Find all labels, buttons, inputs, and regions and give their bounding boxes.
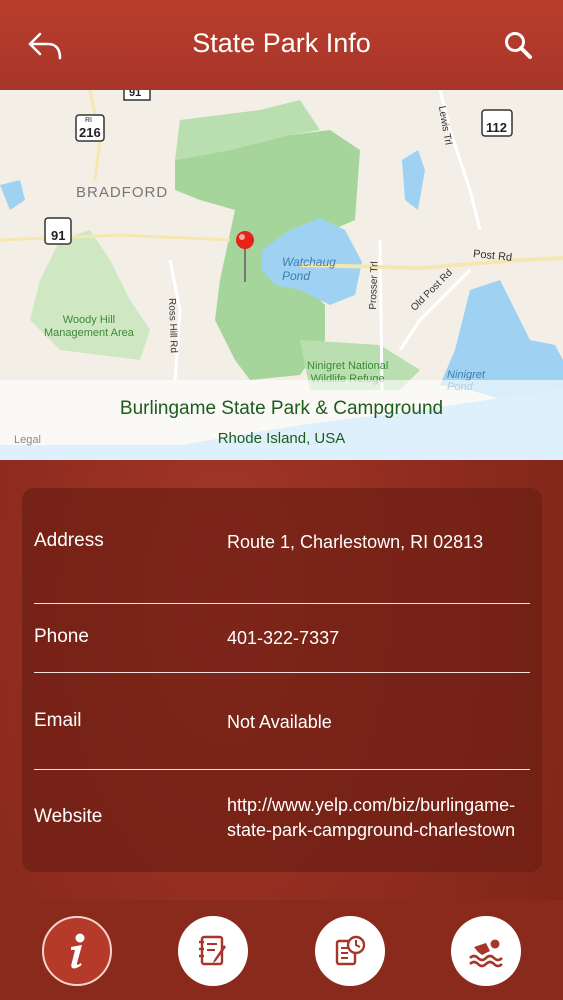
tab-schedule[interactable] xyxy=(315,916,385,986)
map-legal-link[interactable]: Legal xyxy=(14,434,41,446)
email-label: Email xyxy=(34,710,82,731)
tab-info[interactable] xyxy=(42,916,112,986)
tab-notes[interactable] xyxy=(178,916,248,986)
phone-value[interactable]: 401-322-7337 xyxy=(227,626,530,651)
info-icon xyxy=(71,933,85,969)
park-map[interactable]: 91 RI 216 91 112 BRADFORD Watchaug Pond … xyxy=(0,90,563,460)
notes-icon xyxy=(199,935,226,966)
map-label-prosser-trl: Prosser Trl xyxy=(367,261,381,310)
app-screen: State Park Info 91 RI 216 91 112 BRADFOR… xyxy=(0,0,563,1000)
divider xyxy=(34,769,530,770)
bottom-tab-bar xyxy=(0,900,563,1000)
map-label-shield-ri: RI xyxy=(85,117,92,124)
swimming-icon xyxy=(469,939,503,968)
email-value: Not Available xyxy=(227,712,332,732)
website-link-line2: state-park-campground-charlestown xyxy=(227,820,516,840)
phone-label: Phone xyxy=(34,626,89,647)
map-label-woody-hill: Woody Hill Management Area xyxy=(44,314,134,339)
map-caption-panel xyxy=(0,380,563,460)
search-button[interactable] xyxy=(501,28,537,64)
map-label-ross-hill-rd: Ross Hill Rd xyxy=(166,297,179,354)
address-value: Route 1, Charlestown, RI 02813 xyxy=(227,532,484,552)
divider xyxy=(34,672,530,673)
page-title: State Park Info xyxy=(192,28,371,58)
website-link-line1: http://www.yelp.com/biz/burlingame- xyxy=(227,795,516,815)
map-label-shield-216: 216 xyxy=(79,125,101,140)
header-bar: State Park Info xyxy=(0,0,563,90)
park-region: Rhode Island, USA xyxy=(217,430,346,447)
park-info-card: Address Route 1, Charlestown, RI 02813 P… xyxy=(22,488,542,872)
map-label-watchaug-pond: Watchaug Pond xyxy=(282,255,336,283)
schedule-icon xyxy=(335,935,366,966)
map-label-shield-112: 112 xyxy=(486,120,507,135)
website-label: Website xyxy=(34,806,103,827)
search-icon xyxy=(505,32,532,59)
tab-swimming[interactable] xyxy=(451,916,521,986)
divider xyxy=(34,603,530,604)
park-name: Burlingame State Park & Campground xyxy=(119,398,444,419)
website-link[interactable]: http://www.yelp.com/biz/burlingame- stat… xyxy=(227,793,530,843)
map-label-shield-91-top: 91 xyxy=(129,90,142,99)
map-label-bradford: BRADFORD xyxy=(76,184,169,201)
address-label: Address xyxy=(34,530,104,551)
map-label-shield-91: 91 xyxy=(51,228,66,243)
